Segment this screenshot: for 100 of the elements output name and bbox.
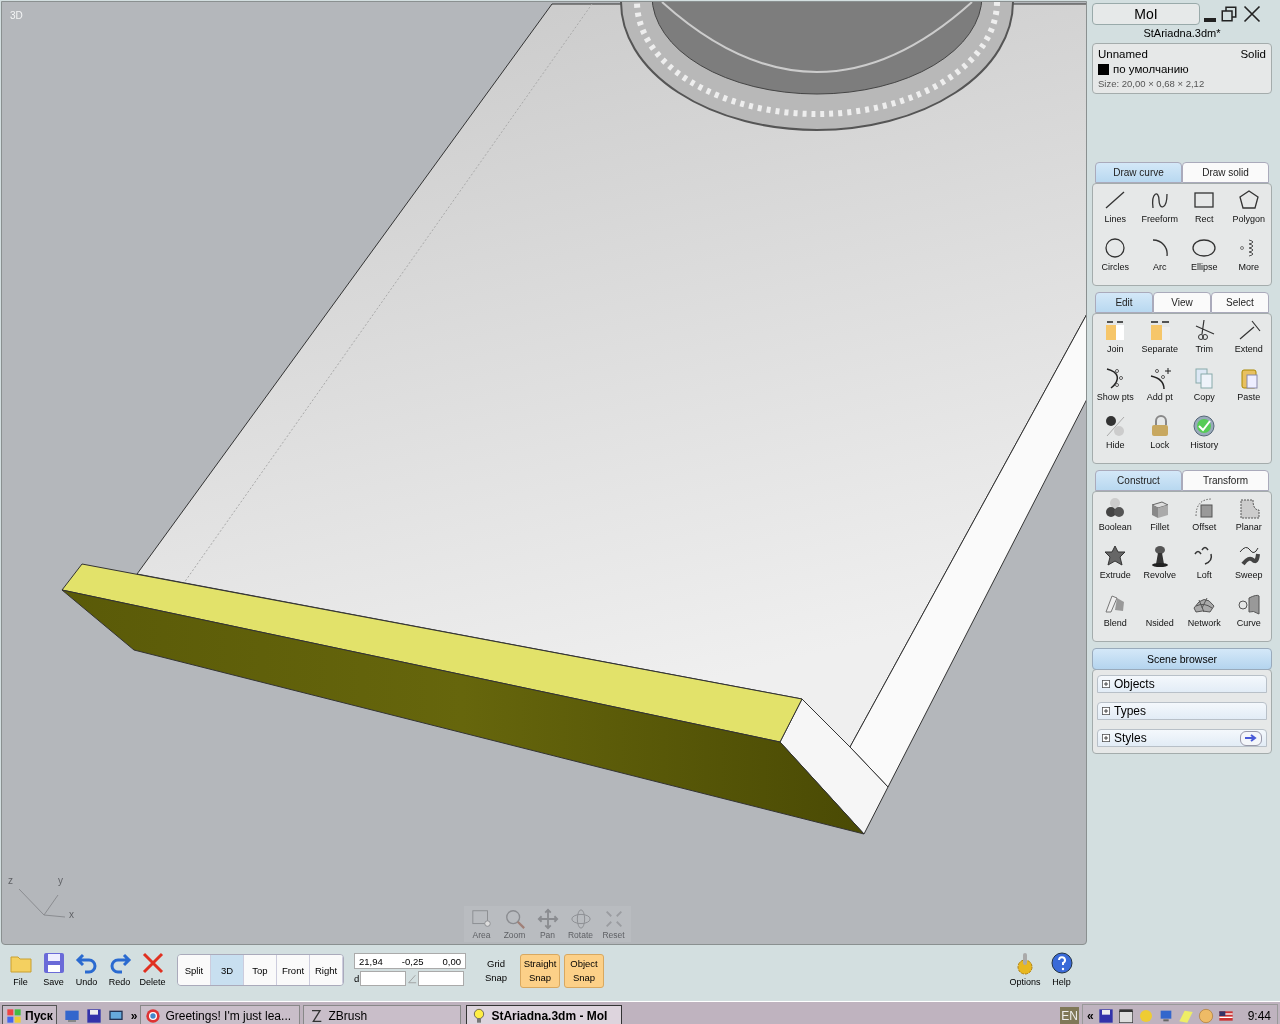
tool-button[interactable]: Lock [1137, 412, 1182, 460]
star-shape-icon [1103, 544, 1128, 568]
taskbar-button[interactable]: StAriadna.3dm - MoI [466, 1004, 623, 1024]
palette-tab[interactable]: Select [1211, 292, 1269, 313]
restore-icon [1220, 5, 1238, 23]
tool-button[interactable]: Paste [1226, 364, 1271, 412]
tool-button[interactable]: Boolean [1093, 494, 1138, 542]
pentagon-icon [1236, 188, 1261, 212]
tray-chevron[interactable]: « [1086, 1009, 1094, 1023]
circle-icon [1103, 236, 1128, 260]
help-button[interactable]: Help [1045, 951, 1078, 987]
axis-label: y [58, 876, 63, 886]
section-header[interactable]: Types [1097, 702, 1267, 720]
palette-tab[interactable]: Construct [1095, 470, 1182, 491]
view-control-button[interactable]: Rotate [565, 908, 596, 940]
angle-field[interactable] [418, 971, 465, 986]
command-button[interactable]: Redo [103, 951, 136, 987]
surface-curve-icon [1236, 592, 1261, 616]
tool-button[interactable]: Curve [1226, 590, 1271, 638]
tool-button[interactable]: Arc [1137, 234, 1182, 282]
command-button[interactable]: Save [37, 951, 70, 987]
expand-icon [1102, 707, 1110, 715]
angle-icon [407, 973, 418, 984]
palette-tab[interactable]: Edit [1095, 292, 1153, 313]
taskbar-button[interactable]: Greetings! I'm just lea... [140, 1004, 301, 1024]
tool-button[interactable]: Freeform [1137, 186, 1182, 234]
taskbar-button[interactable]: ZBrush [303, 1004, 462, 1024]
language-indicator[interactable]: EN [1060, 1007, 1079, 1024]
tool-button[interactable]: More [1226, 234, 1271, 282]
distance-field[interactable] [360, 971, 407, 986]
section-header[interactable]: Styles [1097, 729, 1267, 747]
close-icon [1242, 4, 1262, 24]
tool-button[interactable]: Extend [1226, 316, 1271, 364]
start-button[interactable]: Пуск [2, 1004, 57, 1024]
tool-button[interactable]: Add pt [1137, 364, 1182, 412]
file-name: StAriadna.3dm* [1142, 27, 1222, 39]
desktop-icon [63, 1008, 80, 1024]
viewport-mode-button[interactable]: Right [310, 955, 343, 985]
options-button[interactable]: Options [1005, 951, 1045, 987]
tool-button[interactable]: Network [1182, 590, 1227, 638]
tool-button[interactable]: Polygon [1226, 186, 1271, 234]
view-control-button[interactable]: Area [466, 908, 497, 940]
object-type: Solid [1240, 48, 1266, 60]
viewport-mode-button[interactable]: Front [277, 955, 310, 985]
app-title: MoI [1092, 3, 1200, 25]
tool-button[interactable]: Revolve [1137, 542, 1182, 590]
palette-tab[interactable]: Transform [1182, 470, 1269, 491]
tool-button[interactable]: Rect [1182, 186, 1227, 234]
palette-tab[interactable]: View [1153, 292, 1211, 313]
tool-button[interactable]: Lines [1093, 186, 1138, 234]
tool-button[interactable]: Join [1093, 316, 1138, 364]
command-button[interactable]: Delete [136, 951, 169, 987]
section-header[interactable]: Objects [1097, 675, 1267, 693]
object-size: Size: 20,00 × 0,68 × 2,12 [1098, 78, 1206, 89]
tool-button[interactable]: Copy [1182, 364, 1227, 412]
viewport-mode-button[interactable]: Split [178, 955, 211, 985]
expand-icon [1102, 680, 1110, 688]
snap-toggle[interactable]: Object Snap [564, 954, 604, 988]
area-zoom-icon [470, 908, 493, 930]
tool-button[interactable]: Ellipse [1182, 234, 1227, 282]
tool-button[interactable]: Trim [1182, 316, 1227, 364]
coordinate-field[interactable]: 21,94 -0,25 0,00 [354, 953, 466, 969]
viewport-label: 3D [10, 10, 23, 21]
view-control-button[interactable]: Zoom [499, 908, 530, 940]
tool-button[interactable]: Planar [1226, 494, 1271, 542]
tool-button[interactable]: History [1182, 412, 1227, 460]
tool-button[interactable]: Separate [1137, 316, 1182, 364]
viewport-mode-button[interactable]: Top [244, 955, 277, 985]
palette-tab[interactable]: Draw solid [1182, 162, 1269, 183]
tool-button[interactable]: Hide [1093, 412, 1138, 460]
command-button[interactable]: File [4, 951, 37, 987]
viewport[interactable]: 3D z y x Area Zoom Pan Rotate Reset [1, 1, 1087, 945]
tool-button[interactable]: Sweep [1226, 542, 1271, 590]
style-swatch-icon [1098, 63, 1109, 75]
arrow-icon[interactable] [1240, 730, 1262, 746]
scene-browser-tab[interactable]: Scene browser [1092, 648, 1272, 670]
view-control-button[interactable]: Pan [532, 908, 563, 940]
snap-toggle[interactable]: Grid Snap [476, 954, 516, 988]
overflow-chevron[interactable]: » [130, 1009, 138, 1023]
rotate-icon [569, 908, 592, 930]
tool-button[interactable]: Show pts [1093, 364, 1138, 412]
tool-button[interactable]: Offset [1182, 494, 1227, 542]
tool-button[interactable]: Blend [1093, 590, 1138, 638]
search-icon [503, 908, 526, 930]
tool-button[interactable]: Loft [1182, 542, 1227, 590]
tool-button[interactable]: Nsided [1137, 590, 1182, 638]
expand-icon [1102, 734, 1110, 742]
tray-app-icon [1137, 1008, 1154, 1024]
viewport-mode-button[interactable]: 3D [211, 955, 244, 985]
tool-button[interactable]: Fillet [1137, 494, 1182, 542]
palette-tab[interactable]: Draw curve [1095, 162, 1182, 183]
view-control-button[interactable]: Reset [598, 908, 629, 940]
tool-button[interactable]: Circles [1093, 234, 1138, 282]
command-button[interactable]: Undo [70, 951, 103, 987]
axis-label: z [8, 876, 13, 886]
object-name: Unnamed [1098, 48, 1148, 60]
history-icon [1192, 414, 1217, 438]
snap-toggle[interactable]: Straight Snap [520, 954, 560, 988]
tool-button[interactable]: Extrude [1093, 542, 1138, 590]
minimize-icon [1204, 18, 1216, 22]
